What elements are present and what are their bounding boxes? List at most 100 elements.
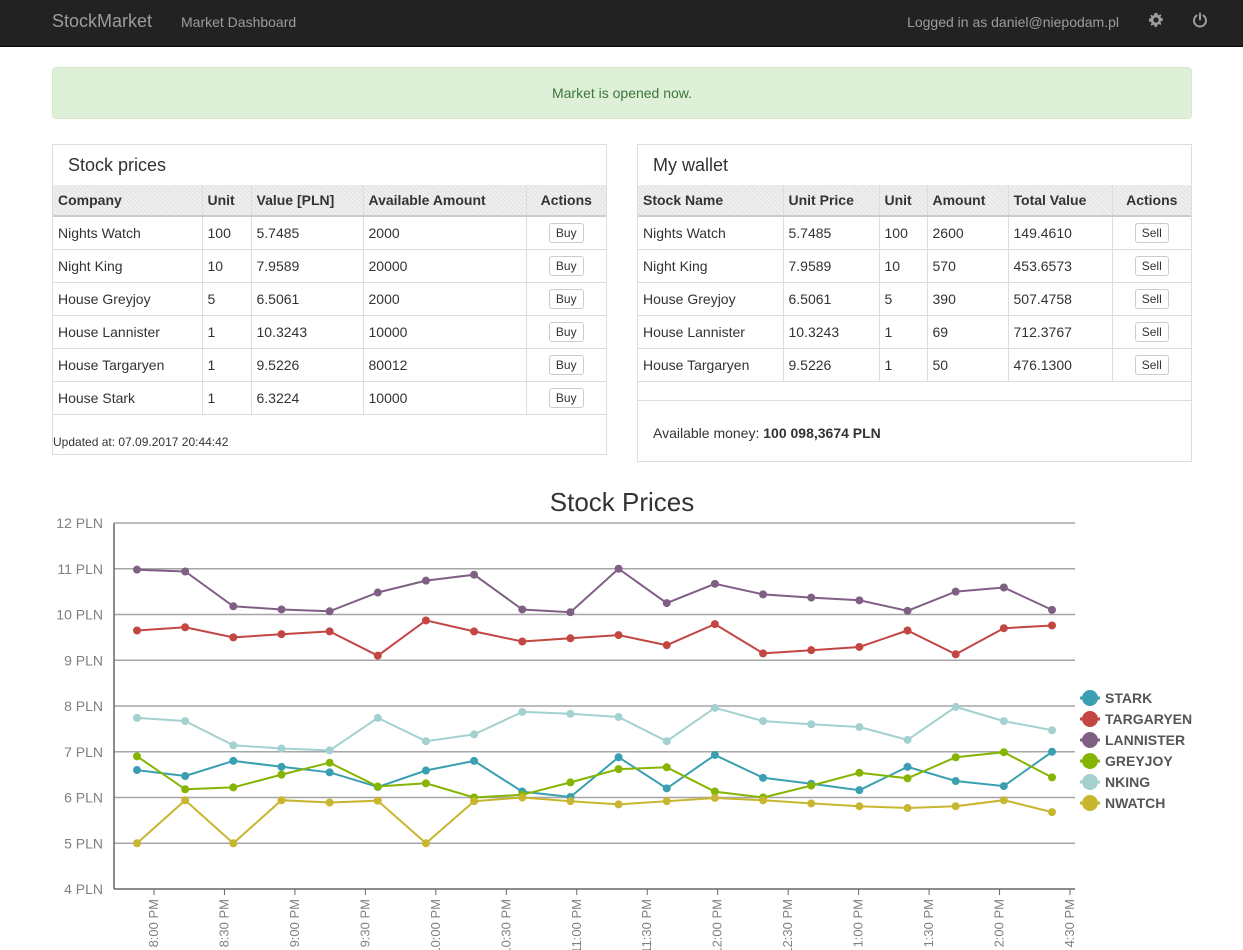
data-point xyxy=(277,630,286,639)
data-point xyxy=(181,796,190,805)
data-point xyxy=(325,607,334,616)
data-point xyxy=(903,626,912,635)
table-row: Nights Watch 5.7485 100 2600 149.4610 Se… xyxy=(638,216,1191,250)
data-point xyxy=(325,798,334,807)
company-cell: House Lannister xyxy=(53,315,203,349)
data-point xyxy=(229,633,238,642)
amount-cell: 69 xyxy=(927,315,1009,349)
data-point xyxy=(470,730,479,739)
x-tick-label: 2:00 PM xyxy=(992,899,1007,947)
series-line xyxy=(136,705,1053,752)
data-point xyxy=(807,799,816,808)
unit-cell: 100 xyxy=(879,216,928,250)
y-tick-label: 8 PLN xyxy=(64,698,103,714)
buy-button[interactable]: Buy xyxy=(548,288,584,309)
data-point xyxy=(181,785,190,794)
data-point xyxy=(999,583,1008,592)
available-money-value: 100 098,3674 PLN xyxy=(763,425,881,441)
data-point xyxy=(662,641,671,650)
series-line xyxy=(136,751,1053,799)
sell-button[interactable]: Sell xyxy=(1134,255,1169,276)
unit-cell: 1 xyxy=(202,381,252,415)
data-point xyxy=(999,624,1008,633)
data-point xyxy=(951,587,960,596)
value-cell: 9.5226 xyxy=(251,348,364,382)
x-tick-label: 10:30 PM xyxy=(498,899,513,950)
total-value-cell: 149.4610 xyxy=(1008,216,1113,250)
data-point xyxy=(807,781,816,790)
value-cell: 5.7485 xyxy=(251,216,364,250)
unit-cell: 100 xyxy=(202,216,252,250)
available-cell: 10000 xyxy=(363,381,527,415)
unit-cell: 1 xyxy=(202,315,252,349)
panel-title: Stock prices xyxy=(68,155,167,175)
data-point xyxy=(662,784,671,793)
amount-cell: 2600 xyxy=(927,216,1009,250)
total-value-cell: 712.3767 xyxy=(1008,315,1113,349)
gear-icon[interactable] xyxy=(1148,12,1164,28)
stock-prices-panel: Stock prices Company Unit Value [PLN] Av… xyxy=(52,144,607,455)
nav-market-dashboard[interactable]: Market Dashboard xyxy=(181,14,296,30)
stock-name-cell: House Targaryen xyxy=(638,348,784,382)
power-icon[interactable] xyxy=(1192,12,1208,28)
stock-prices-table: Company Unit Value [PLN] Available Amoun… xyxy=(53,185,606,415)
data-point xyxy=(229,839,238,848)
y-tick-label: 10 PLN xyxy=(56,607,103,623)
data-point xyxy=(518,793,527,802)
unit-cell: 5 xyxy=(879,282,928,316)
updated-timestamp: Updated at: 07.09.2017 20:44:42 xyxy=(53,435,229,449)
buy-button[interactable]: Buy xyxy=(548,222,584,243)
x-tick-label: 4:30 PM xyxy=(1062,899,1077,947)
company-cell: House Stark xyxy=(53,381,203,415)
unit-cell: 1 xyxy=(202,348,252,382)
buy-button[interactable]: Buy xyxy=(548,354,584,375)
stock-name-cell: Nights Watch xyxy=(638,216,784,250)
data-point xyxy=(277,796,286,805)
company-cell: House Targaryen xyxy=(53,348,203,382)
data-point xyxy=(421,737,430,746)
data-point xyxy=(325,746,334,755)
unit-price-cell: 7.9589 xyxy=(783,249,880,283)
column-header: Company xyxy=(53,185,203,217)
column-header: Actions xyxy=(526,185,606,217)
sell-button[interactable]: Sell xyxy=(1134,321,1169,342)
sell-button[interactable]: Sell xyxy=(1134,222,1169,243)
data-point xyxy=(133,839,141,848)
data-point xyxy=(951,702,960,711)
data-point xyxy=(855,723,864,732)
data-point xyxy=(421,576,430,585)
sell-button[interactable]: Sell xyxy=(1134,354,1169,375)
buy-button[interactable]: Buy xyxy=(548,387,584,408)
sell-button[interactable]: Sell xyxy=(1134,288,1169,309)
available-money: Available money: 100 098,3674 PLN xyxy=(653,425,881,441)
data-point xyxy=(662,763,671,772)
buy-button[interactable]: Buy xyxy=(548,321,584,342)
data-point xyxy=(325,627,334,636)
data-point xyxy=(518,605,527,614)
data-point xyxy=(373,713,382,722)
available-money-label: Available money: xyxy=(653,425,760,441)
data-point xyxy=(614,631,623,640)
unit-cell: 10 xyxy=(202,249,252,283)
data-point xyxy=(999,748,1008,757)
data-point xyxy=(229,783,238,792)
column-header: Unit xyxy=(879,185,928,217)
column-header: Unit xyxy=(202,185,252,217)
legend-label: LANNISTER xyxy=(1105,732,1185,748)
buy-button[interactable]: Buy xyxy=(548,255,584,276)
brand-link[interactable]: StockMarket xyxy=(52,11,152,32)
data-point xyxy=(951,650,960,659)
data-point xyxy=(1048,621,1056,630)
unit-price-cell: 6.5061 xyxy=(783,282,880,316)
data-point xyxy=(999,717,1008,726)
company-cell: Night King xyxy=(53,249,203,283)
column-header: Available Amount xyxy=(363,185,527,217)
data-point xyxy=(566,709,575,718)
unit-cell: 10 xyxy=(879,249,928,283)
data-point xyxy=(421,766,430,775)
data-point xyxy=(662,737,671,746)
data-point xyxy=(277,605,286,614)
unit-cell: 1 xyxy=(879,348,928,382)
data-point xyxy=(470,627,479,636)
data-point xyxy=(373,588,382,597)
